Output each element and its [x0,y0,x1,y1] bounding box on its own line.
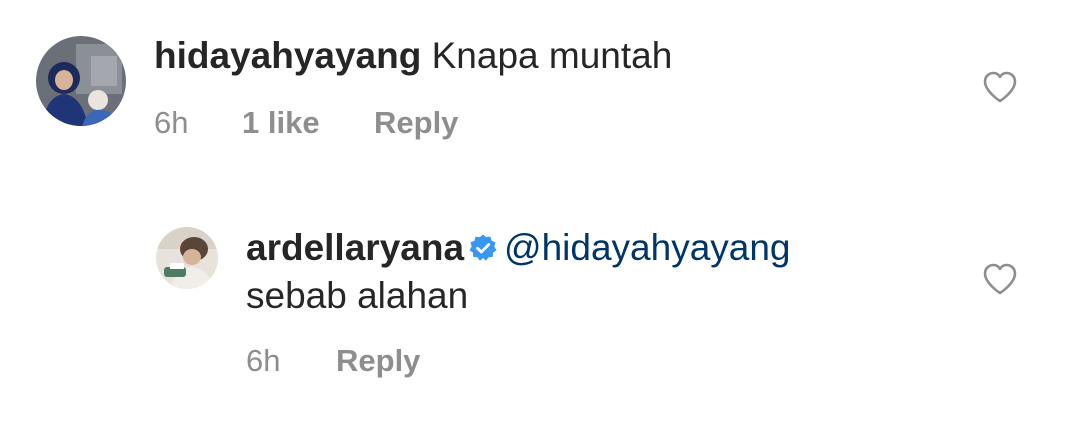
comment-text: Knapa muntah [431,35,673,76]
like-button[interactable] [982,262,1018,296]
comment-body: hidayahyayang Knapa muntah [154,34,672,78]
avatar-photo-icon [156,227,218,289]
username-link[interactable]: hidayahyayang [154,35,421,76]
reply-button[interactable]: Reply [374,105,458,141]
mention-link[interactable]: @hidayahyayang [504,227,790,268]
heart-outline-icon [983,71,1017,103]
comment-item: hidayahyayang Knapa muntah 6h 1 like Rep… [0,0,1080,180]
reply-comment-item: ardellaryana @hidayahyayang sebab alahan… [0,200,1080,420]
avatar[interactable] [36,36,126,126]
like-button[interactable] [982,70,1018,104]
comment-timestamp: 6h [154,105,189,140]
verified-badge-icon [469,234,497,261]
username-link[interactable]: ardellaryana [246,227,464,268]
reply-button[interactable]: Reply [336,343,420,379]
likes-count-link[interactable]: 1 like [242,105,320,141]
avatar-photo-icon [36,36,126,126]
comment-timestamp: 6h [246,343,281,378]
heart-outline-icon [983,263,1017,295]
avatar[interactable] [156,227,218,289]
comment-body: ardellaryana @hidayahyayang [246,226,791,270]
comment-text: sebab alahan [246,275,469,316]
